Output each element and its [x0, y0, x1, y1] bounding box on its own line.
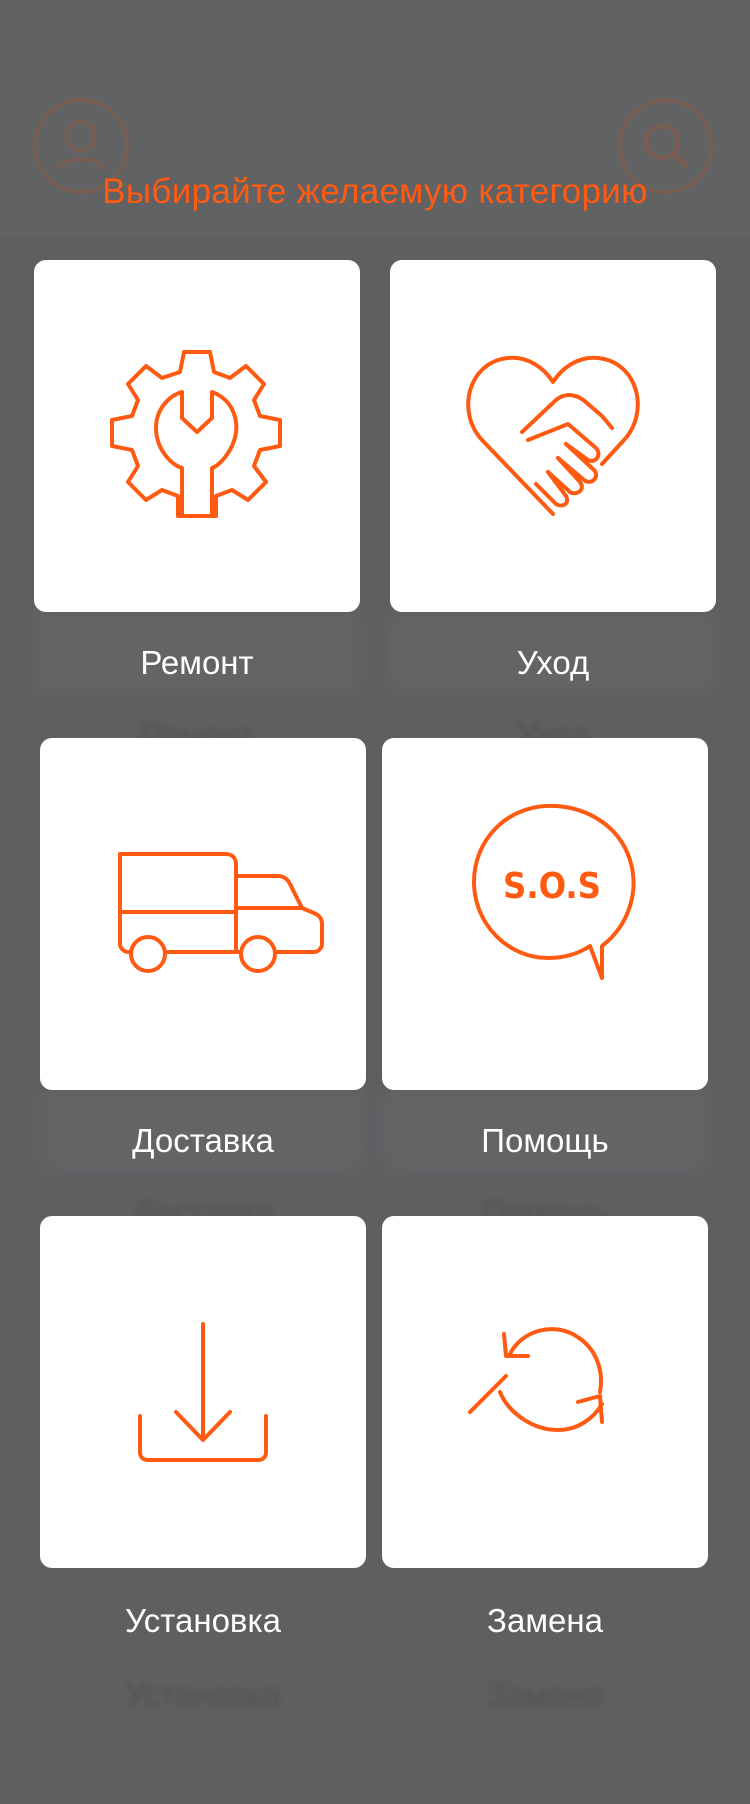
- ghost-label: Замена: [487, 1676, 603, 1713]
- download-tray-icon: [138, 1322, 268, 1462]
- category-label: Установка: [125, 1602, 281, 1639]
- category-tile-installation[interactable]: [40, 1216, 366, 1568]
- heart-handshake-icon: [466, 355, 640, 516]
- truck-icon: [118, 852, 324, 973]
- category-tile-help[interactable]: S.O.S: [382, 738, 708, 1090]
- category-label: Помощь: [481, 1122, 609, 1159]
- category-tile-repair[interactable]: [34, 260, 360, 612]
- category-tile-replacement[interactable]: [382, 1216, 708, 1568]
- category-tile-care[interactable]: [390, 260, 716, 612]
- category-label: Замена: [487, 1602, 603, 1639]
- ghost-label: Установка: [125, 1676, 281, 1713]
- category-label: Уход: [516, 644, 590, 681]
- refresh-swap-icon: [468, 1327, 604, 1432]
- page-title: Выбирайте желаемую категорию: [102, 172, 648, 211]
- category-tile-delivery[interactable]: [40, 738, 366, 1090]
- sos-bubble-icon: S.O.S: [472, 803, 636, 980]
- category-label: Доставка: [132, 1122, 274, 1159]
- sos-text: S.O.S: [503, 866, 601, 907]
- category-label: Ремонт: [140, 644, 254, 681]
- gear-wrench-icon: [110, 350, 282, 518]
